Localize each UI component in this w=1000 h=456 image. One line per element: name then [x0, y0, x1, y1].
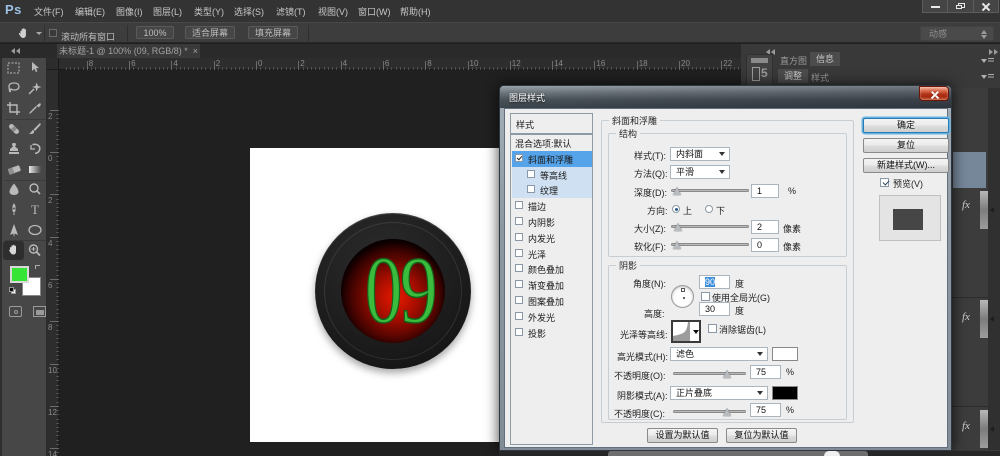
svg-text:T: T	[31, 202, 39, 217]
